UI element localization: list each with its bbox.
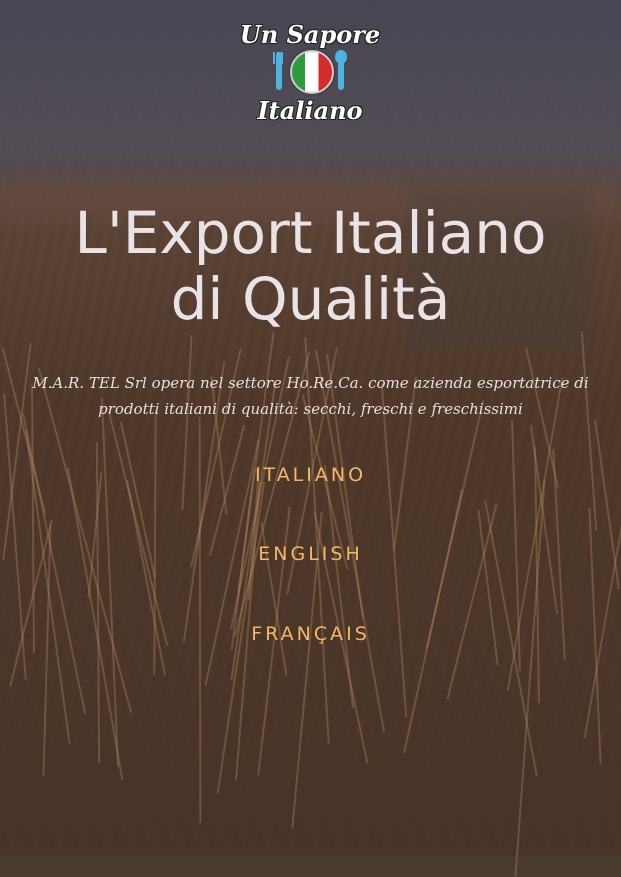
logo-emblem [220,48,400,98]
wheat-stalk [107,411,169,646]
language-link-english[interactable]: ENGLISH [0,543,621,565]
wheat-stalk [583,458,621,739]
company-tagline: M.A.R. TEL Srl opera nel settore Ho.Re.C… [20,370,601,422]
language-link-francais[interactable]: FRANÇAIS [0,623,621,645]
wheat-stalk [403,489,463,754]
italian-flag-plate-icon [290,50,334,94]
site-logo[interactable]: Un Sapore Italiano [220,22,400,137]
title-line-1: L'Export Italiano [74,199,547,267]
logo-text-bottom: Italiano [257,96,363,125]
title-line-2: di Qualità [170,265,451,333]
wheat-stalk [208,424,246,557]
language-link-italiano[interactable]: ITALIANO [0,464,621,486]
wheat-stalk [31,384,35,654]
spoon-icon [335,50,347,90]
tagline-line-2: prodotti italiani di qualità: secchi, fr… [98,400,523,418]
logo-text-top: Un Sapore [239,20,381,49]
tagline-line-1: M.A.R. TEL Srl opera nel settore Ho.Re.C… [32,374,589,392]
page-title: L'Export Italiano di Qualità [0,200,621,332]
fork-icon [273,52,285,90]
